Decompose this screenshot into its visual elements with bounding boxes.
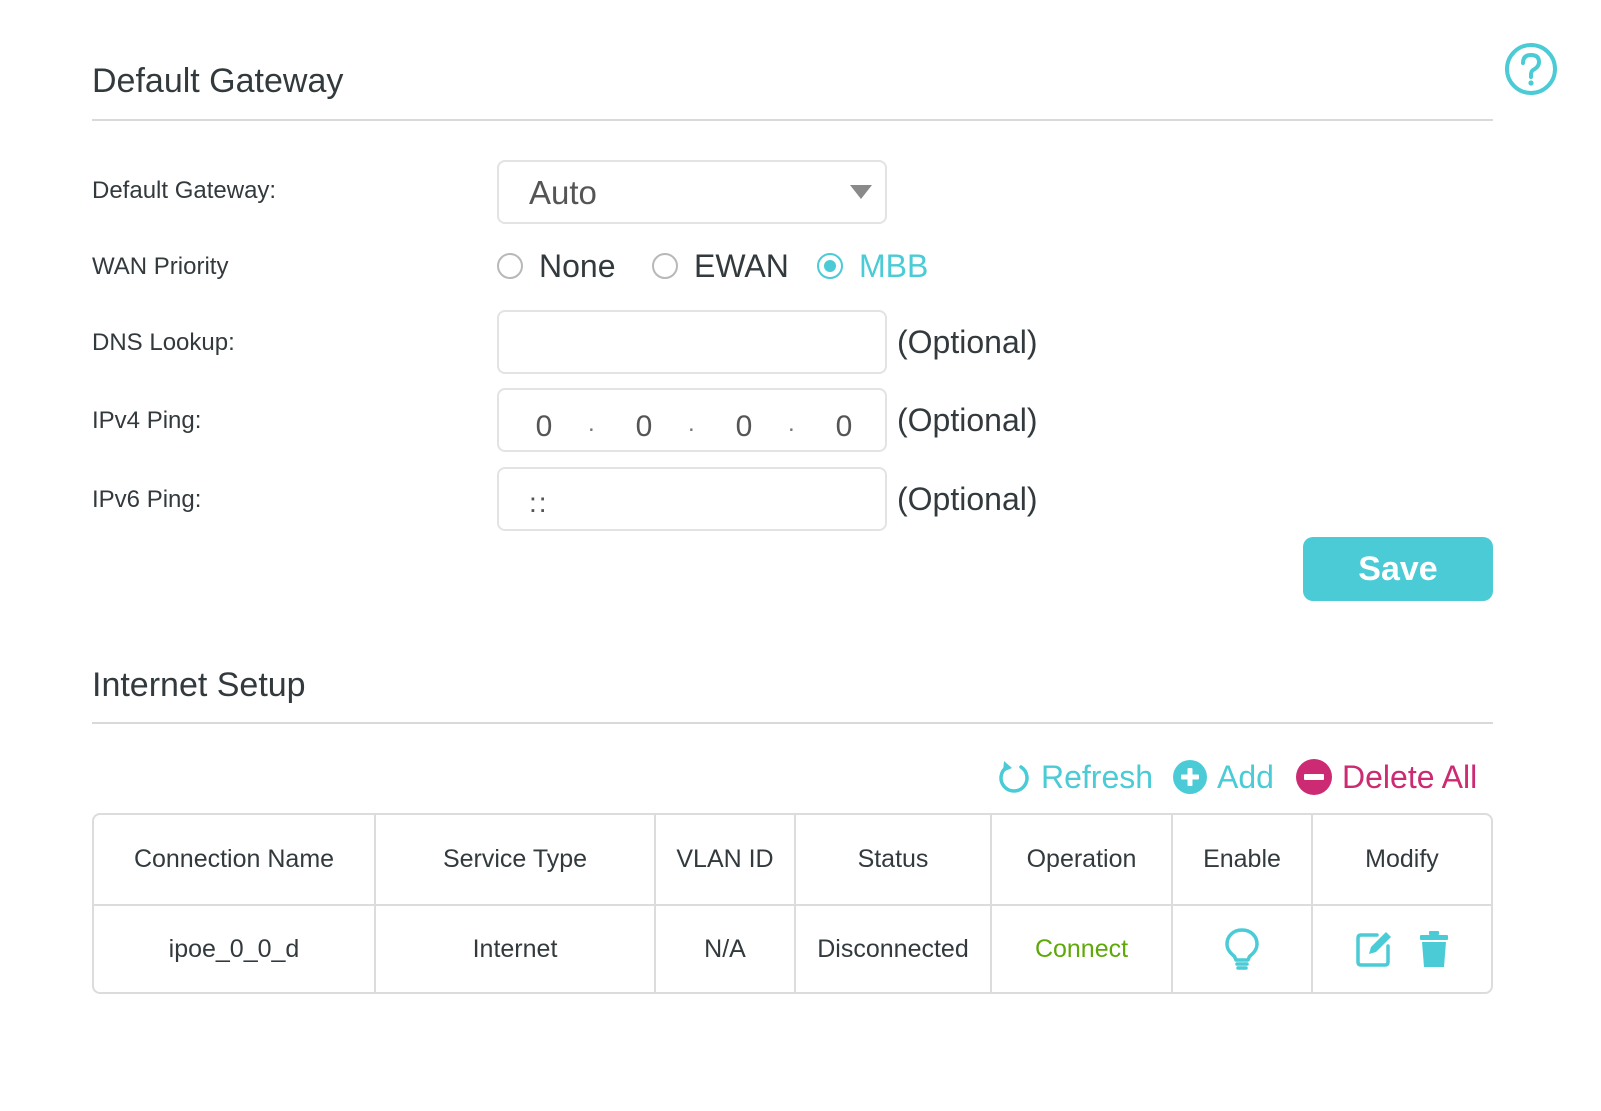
radio-mbb[interactable]: MBB (817, 246, 928, 286)
help-icon[interactable] (1504, 42, 1558, 96)
cell-status: Disconnected (795, 905, 992, 992)
chevron-down-icon (850, 185, 872, 199)
section-title-default-gateway: Default Gateway (92, 62, 344, 100)
radio-ewan-label: EWAN (694, 247, 789, 284)
column-header-status: Status (795, 815, 992, 906)
cell-enable (1172, 905, 1313, 992)
refresh-label: Refresh (1041, 758, 1154, 795)
dns-lookup-label: DNS Lookup: (92, 329, 235, 356)
column-header-vlan-id: VLAN ID (655, 815, 796, 906)
cell-operation: Connect (991, 905, 1173, 992)
default-gateway-value: Auto (529, 174, 597, 211)
ipv4-ping-label: IPv4 Ping: (92, 407, 202, 434)
ipv4-octet-2[interactable]: 0 (629, 410, 659, 444)
table-header-row: Connection Name Service Type VLAN ID Sta… (94, 815, 1491, 906)
radio-none-circle (497, 253, 523, 279)
delete-all-label: Delete All (1342, 758, 1478, 795)
radio-none[interactable]: None (497, 246, 616, 286)
column-header-modify: Modify (1312, 815, 1491, 906)
ipv4-octet-4[interactable]: 0 (829, 410, 859, 444)
refresh-button[interactable]: Refresh (997, 757, 1153, 797)
connections-table: Connection Name Service Type VLAN ID Sta… (92, 813, 1493, 994)
radio-ewan[interactable]: EWAN (652, 246, 789, 286)
ipv4-octet-3[interactable]: 0 (729, 410, 759, 444)
ipv4-octet-1[interactable]: 0 (529, 410, 559, 444)
radio-none-label: None (539, 247, 616, 284)
column-header-service-type: Service Type (375, 815, 656, 906)
cell-service-type: Internet (375, 905, 656, 992)
ipv6-ping-label: IPv6 Ping: (92, 486, 202, 513)
cell-modify (1312, 905, 1491, 992)
ipv6-ping-optional-hint: (Optional) (897, 481, 1038, 517)
dns-lookup-optional-hint: (Optional) (897, 324, 1038, 360)
add-button[interactable]: Add (1173, 757, 1274, 797)
column-header-connection-name: Connection Name (94, 815, 376, 906)
table-row: ipoe_0_0_d Internet N/A Disconnected Con… (94, 905, 1491, 992)
bulb-icon[interactable] (1224, 927, 1260, 971)
edit-icon[interactable] (1355, 930, 1393, 968)
radio-mbb-circle (817, 253, 843, 279)
ipv4-dot-separator: . (588, 410, 595, 437)
dns-lookup-input[interactable] (497, 310, 887, 374)
trash-icon[interactable] (1419, 930, 1449, 968)
radio-ewan-circle (652, 253, 678, 279)
delete-all-button[interactable]: Delete All (1296, 757, 1477, 797)
ipv4-dot-separator: . (788, 410, 795, 437)
default-gateway-label: Default Gateway: (92, 177, 277, 204)
ipv4-dot-separator: . (688, 410, 695, 437)
add-label: Add (1217, 758, 1274, 795)
wan-priority-label: WAN Priority (92, 253, 229, 280)
save-button[interactable]: Save (1303, 537, 1493, 601)
ipv6-ping-input[interactable]: :: (497, 467, 887, 531)
delete-all-icon (1296, 759, 1332, 795)
section-divider (92, 119, 1493, 121)
section-title-internet-setup: Internet Setup (92, 666, 306, 704)
ipv4-ping-input[interactable]: 0 . 0 . 0 . 0 (497, 388, 887, 452)
connect-link[interactable]: Connect (1035, 935, 1128, 963)
column-header-enable: Enable (1172, 815, 1313, 906)
radio-mbb-label: MBB (859, 247, 929, 284)
cell-connection-name: ipoe_0_0_d (94, 905, 376, 992)
cell-vlan-id: N/A (655, 905, 796, 992)
column-header-operation: Operation (991, 815, 1173, 906)
default-gateway-select[interactable]: Auto (497, 160, 887, 224)
ipv6-ping-value: :: (529, 487, 549, 518)
refresh-icon (999, 761, 1029, 793)
add-icon (1173, 760, 1207, 794)
section-divider (92, 722, 1493, 724)
ipv4-ping-optional-hint: (Optional) (897, 402, 1038, 438)
